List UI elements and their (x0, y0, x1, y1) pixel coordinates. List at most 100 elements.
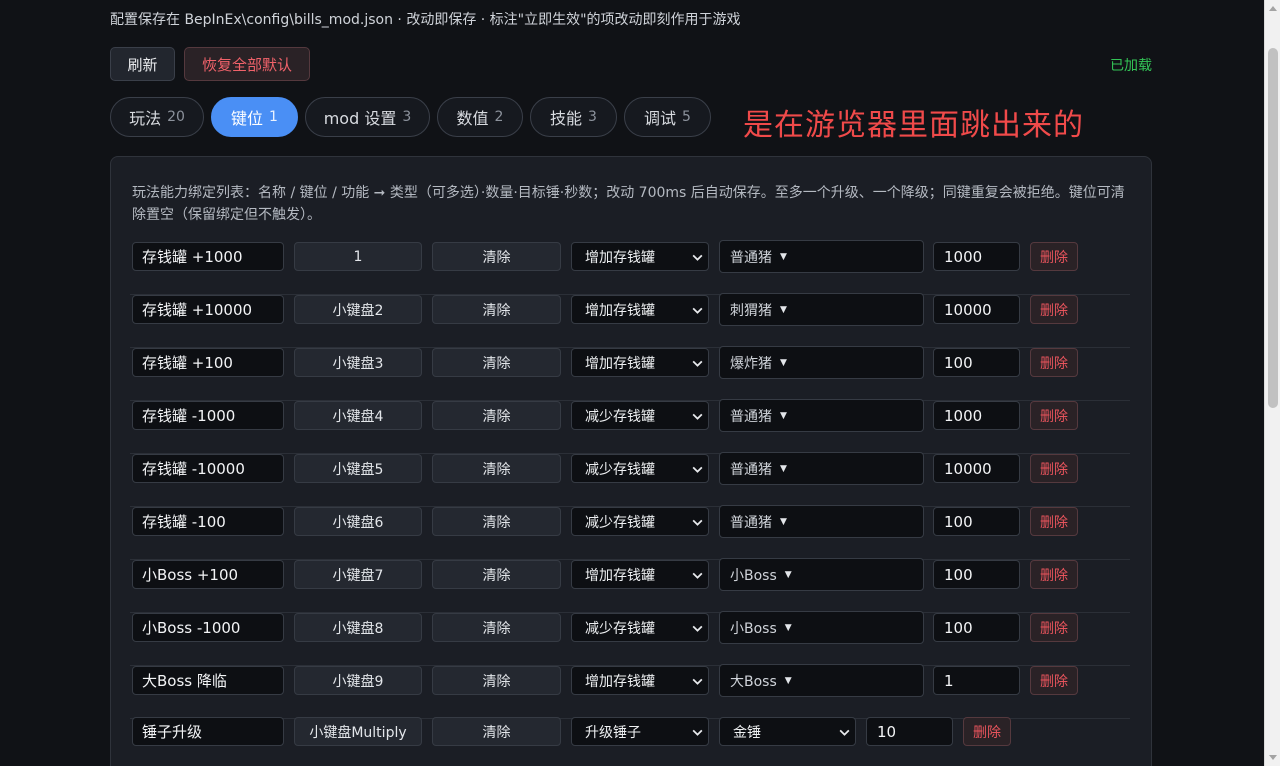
chevron-down-icon (691, 675, 704, 692)
tab-label: 数值 (456, 109, 489, 128)
keybind-button[interactable]: 1 (294, 242, 422, 271)
binding-name-input[interactable]: 小Boss -1000 (132, 613, 284, 642)
delete-button[interactable]: 删除 (1030, 613, 1078, 642)
amount-input[interactable]: 10 (866, 717, 953, 746)
type-multiselect-value: 大Boss (730, 673, 777, 690)
amount-input[interactable]: 100 (933, 560, 1020, 589)
type-multiselect[interactable]: 大Boss ▼ (719, 664, 924, 697)
action-select[interactable]: 减少存钱罐 (571, 401, 709, 430)
type-multiselect[interactable]: 普通猪 ▼ (719, 452, 924, 485)
chevron-down-icon (691, 251, 704, 268)
scrollbar[interactable] (1264, 0, 1280, 766)
amount-input[interactable]: 100 (933, 348, 1020, 377)
binding-row: 小Boss +100 小键盘7 清除 增加存钱罐 小Boss ▼ 100 删除 (130, 558, 1130, 613)
amount-input[interactable]: 1 (933, 666, 1020, 695)
keybind-button[interactable]: 小键盘4 (294, 401, 422, 430)
clear-key-button[interactable]: 清除 (432, 454, 561, 483)
keybind-button[interactable]: 小键盘Multiply (294, 717, 422, 746)
tab-keybinds[interactable]: 键位 1 (211, 97, 298, 137)
amount-input[interactable]: 100 (933, 507, 1020, 536)
reset-all-button[interactable]: 恢复全部默认 (184, 47, 310, 81)
binding-name-input[interactable]: 大Boss 降临 (132, 666, 284, 695)
type-multiselect[interactable]: 小Boss ▼ (719, 611, 924, 644)
keybind-button[interactable]: 小键盘9 (294, 666, 422, 695)
clear-key-button[interactable]: 清除 (432, 295, 561, 324)
type-multiselect[interactable]: 刺猬猪 ▼ (719, 293, 924, 326)
amount-input[interactable]: 1000 (933, 401, 1020, 430)
delete-button[interactable]: 删除 (1030, 560, 1078, 589)
clear-key-button[interactable]: 清除 (432, 560, 561, 589)
tab-label: mod 设置 (323, 109, 397, 128)
amount-input[interactable]: 10000 (933, 454, 1020, 483)
tab-mod-settings[interactable]: mod 设置 3 (305, 97, 430, 137)
tab-skills[interactable]: 技能 3 (530, 97, 617, 137)
delete-button[interactable]: 删除 (1030, 507, 1078, 536)
action-select[interactable]: 增加存钱罐 (571, 348, 709, 377)
keybind-button[interactable]: 小键盘5 (294, 454, 422, 483)
refresh-button[interactable]: 刷新 (110, 47, 175, 81)
binding-name-input[interactable]: 存钱罐 +100 (132, 348, 284, 377)
action-select[interactable]: 增加存钱罐 (571, 242, 709, 271)
delete-button[interactable]: 删除 (1030, 666, 1078, 695)
clear-key-button[interactable]: 清除 (432, 717, 561, 746)
action-select[interactable]: 减少存钱罐 (571, 613, 709, 642)
chevron-down-icon (691, 726, 704, 743)
action-select[interactable]: 减少存钱罐 (571, 507, 709, 536)
keybind-button[interactable]: 小键盘3 (294, 348, 422, 377)
clear-key-button[interactable]: 清除 (432, 613, 561, 642)
amount-input[interactable]: 10000 (933, 295, 1020, 324)
action-select-value: 减少存钱罐 (585, 408, 655, 425)
type-multiselect[interactable]: 普通猪 ▼ (719, 505, 924, 538)
delete-button[interactable]: 删除 (1030, 401, 1078, 430)
amount-input[interactable]: 100 (933, 613, 1020, 642)
delete-button[interactable]: 删除 (1030, 348, 1078, 377)
clear-key-button[interactable]: 清除 (432, 242, 561, 271)
binding-name-input[interactable]: 小Boss +100 (132, 560, 284, 589)
type-multiselect[interactable]: 爆炸猪 ▼ (719, 346, 924, 379)
clear-key-button[interactable]: 清除 (432, 348, 561, 377)
caret-down-icon: ▼ (780, 251, 787, 262)
delete-button[interactable]: 删除 (1030, 242, 1078, 271)
action-select[interactable]: 减少存钱罐 (571, 454, 709, 483)
binding-name-input[interactable]: 锤子升级 (132, 717, 284, 746)
action-select[interactable]: 增加存钱罐 (571, 666, 709, 695)
type-multiselect[interactable]: 普通猪 ▼ (719, 240, 924, 273)
tab-debug[interactable]: 调试 5 (624, 97, 711, 137)
tab-count: 20 (167, 109, 185, 125)
scroll-up-arrow-icon[interactable] (1269, 6, 1277, 11)
action-select-value: 减少存钱罐 (585, 461, 655, 478)
keybind-button[interactable]: 小键盘8 (294, 613, 422, 642)
action-select-value: 减少存钱罐 (585, 620, 655, 637)
delete-button[interactable]: 删除 (963, 717, 1011, 746)
keybind-button[interactable]: 小键盘6 (294, 507, 422, 536)
clear-key-button[interactable]: 清除 (432, 401, 561, 430)
clear-key-button[interactable]: 清除 (432, 666, 561, 695)
binding-name-input[interactable]: 存钱罐 +1000 (132, 242, 284, 271)
delete-button[interactable]: 删除 (1030, 454, 1078, 483)
tab-count: 5 (682, 109, 691, 125)
binding-row: 存钱罐 +100 小键盘3 清除 增加存钱罐 爆炸猪 ▼ 100 删除 (130, 346, 1130, 401)
scroll-thumb[interactable] (1268, 48, 1278, 408)
type-multiselect-value: 小Boss (730, 567, 777, 584)
delete-button[interactable]: 删除 (1030, 295, 1078, 324)
caret-down-icon: ▼ (784, 569, 792, 580)
scroll-down-arrow-icon[interactable] (1269, 755, 1277, 760)
clear-key-button[interactable]: 清除 (432, 507, 561, 536)
keybind-button[interactable]: 小键盘7 (294, 560, 422, 589)
action-select[interactable]: 增加存钱罐 (571, 295, 709, 324)
tab-gameplay[interactable]: 玩法 20 (110, 97, 204, 137)
binding-name-input[interactable]: 存钱罐 -100 (132, 507, 284, 536)
action-select[interactable]: 升级锤子 (571, 717, 709, 746)
binding-name-input[interactable]: 存钱罐 -10000 (132, 454, 284, 483)
binding-row: 大Boss 降临 小键盘9 清除 增加存钱罐 大Boss ▼ 1 删除 (130, 664, 1130, 719)
binding-name-input[interactable]: 存钱罐 +10000 (132, 295, 284, 324)
amount-input[interactable]: 1000 (933, 242, 1020, 271)
binding-name-input[interactable]: 存钱罐 -1000 (132, 401, 284, 430)
type-multiselect[interactable]: 小Boss ▼ (719, 558, 924, 591)
action-select-value: 增加存钱罐 (585, 673, 655, 690)
keybind-button[interactable]: 小键盘2 (294, 295, 422, 324)
type-multiselect[interactable]: 普通猪 ▼ (719, 399, 924, 432)
action-select[interactable]: 增加存钱罐 (571, 560, 709, 589)
hammer-select[interactable]: 金锤 (719, 717, 856, 746)
tab-values[interactable]: 数值 2 (437, 97, 523, 137)
